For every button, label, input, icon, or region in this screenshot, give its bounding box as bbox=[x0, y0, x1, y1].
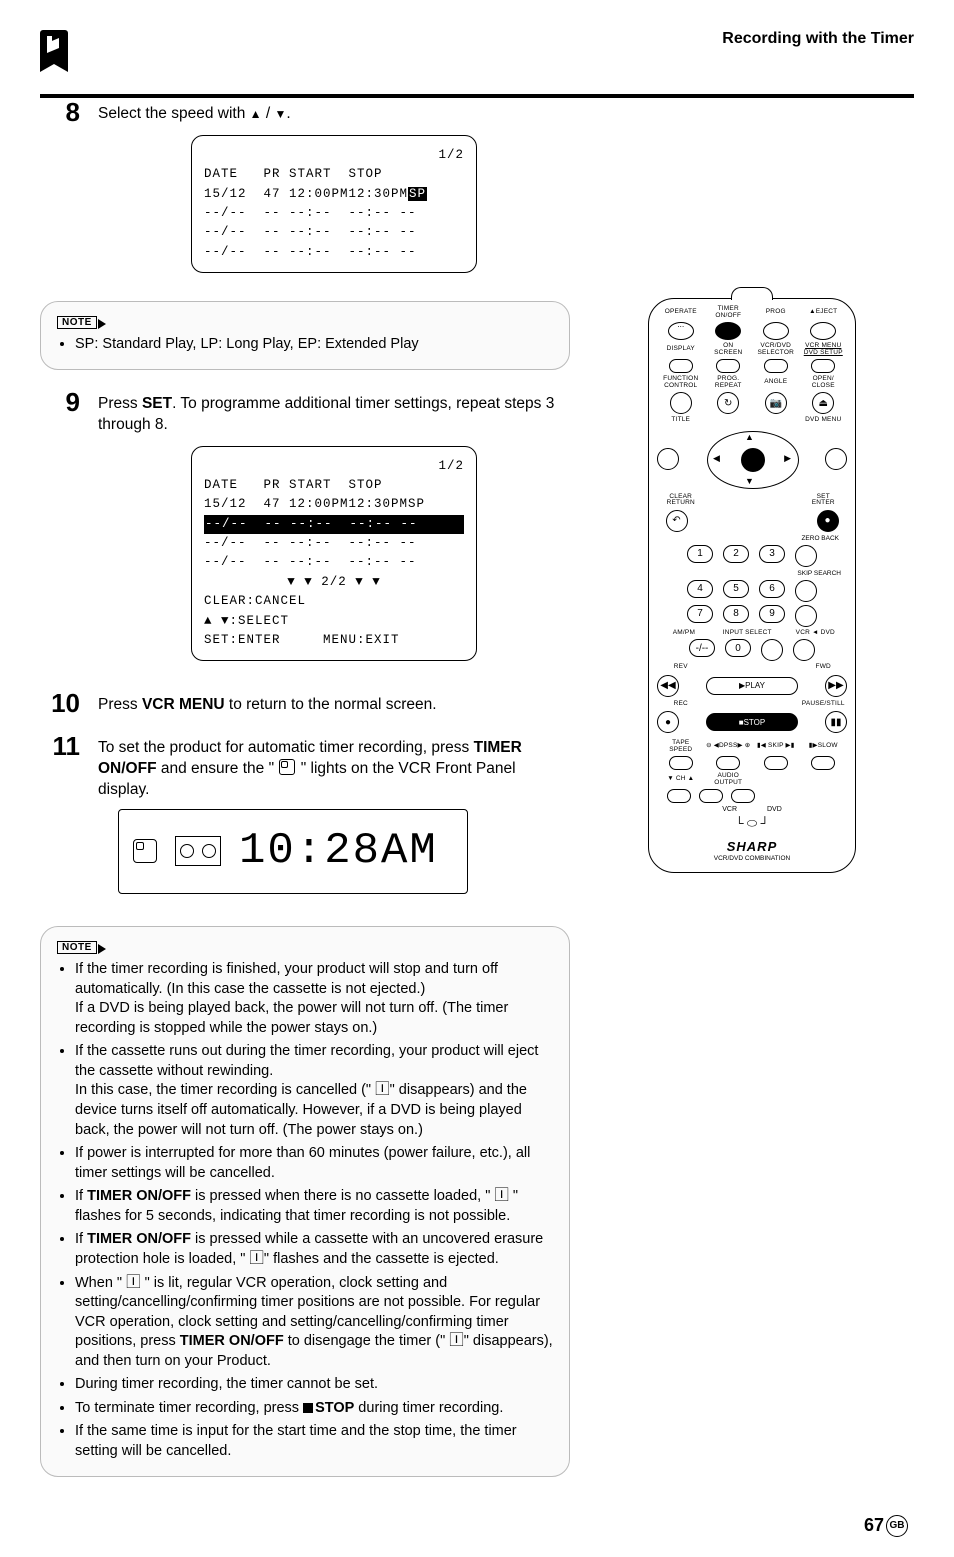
clear-button: ↶ bbox=[666, 510, 688, 532]
step-9-text: Press SET. To programme additional timer… bbox=[98, 388, 570, 676]
note-item: During timer recording, the timer cannot… bbox=[75, 1375, 553, 1395]
down-triangle-icon bbox=[274, 105, 286, 122]
play-button: ▶PLAY bbox=[706, 677, 798, 695]
menu-setup-button bbox=[811, 359, 835, 373]
num-2: 2 bbox=[723, 545, 749, 563]
angle-button: 📷 bbox=[765, 392, 787, 414]
step-11-number: 11 bbox=[40, 732, 80, 912]
step-8-number: 8 bbox=[40, 98, 80, 287]
operate-button: ⋯ bbox=[668, 322, 694, 340]
note-block-1: NOTE SP: Standard Play, LP: Long Play, E… bbox=[40, 301, 570, 370]
selector-button bbox=[764, 359, 788, 373]
section-title: Recording with the Timer bbox=[68, 30, 914, 48]
lcd-display: 10:28AM bbox=[118, 809, 468, 894]
timer-onoff-button bbox=[715, 322, 741, 340]
pause-button: ▮▮ bbox=[825, 711, 847, 733]
note-item: If the cassette runs out during the time… bbox=[75, 1042, 553, 1140]
open-close-button: ⏏ bbox=[812, 392, 834, 414]
brand-subtitle: VCR/DVD COMBINATION bbox=[657, 855, 847, 862]
tape-speed-button bbox=[669, 756, 693, 770]
page-gb-badge: GB bbox=[886, 1515, 908, 1537]
note-item: If TIMER ON/OFF is pressed when there is… bbox=[75, 1187, 553, 1226]
num-8: 8 bbox=[723, 605, 749, 623]
osd-screen-1: 1/2DATE PR START STOP15/12 47 12:00PM12:… bbox=[191, 135, 477, 273]
lcd-timer-icon bbox=[133, 839, 157, 863]
num-5: 5 bbox=[723, 580, 749, 598]
remote-control-diagram: OPERATETIMER ON/OFFPROG▲EJECT ⋯ DISPLAYO… bbox=[648, 298, 856, 873]
note-item: When " 🄸 " is lit, regular VCR operation… bbox=[75, 1274, 553, 1372]
note-item: If the same time is input for the start … bbox=[75, 1422, 553, 1461]
slash-button: -/-- bbox=[689, 639, 715, 657]
slow-button bbox=[811, 756, 835, 770]
zero-back-button bbox=[795, 545, 817, 567]
rec-button: ● bbox=[657, 711, 679, 733]
vcr-dvd-button bbox=[793, 639, 815, 661]
up-triangle-icon bbox=[250, 105, 262, 122]
onscreen-button bbox=[716, 359, 740, 373]
step-9-number: 9 bbox=[40, 388, 80, 676]
page-number: 67 bbox=[864, 1515, 884, 1535]
skip-search-button bbox=[795, 580, 817, 602]
note-tag: NOTE bbox=[57, 941, 97, 954]
num-4: 4 bbox=[687, 580, 713, 598]
step-8-text: Select the speed with / . 1/2DATE PR STA… bbox=[98, 98, 570, 287]
note-block-2: NOTE If the timer recording is finished,… bbox=[40, 926, 570, 1477]
note-item: To terminate timer recording, press STOP… bbox=[75, 1399, 553, 1419]
note-item: SP: Standard Play, LP: Long Play, EP: Ex… bbox=[75, 335, 553, 355]
stop-button: ■STOP bbox=[706, 713, 798, 731]
num-6: 6 bbox=[759, 580, 785, 598]
section-bookmark-icon bbox=[40, 30, 68, 64]
brand-logo: SHARP bbox=[657, 839, 847, 854]
display-button bbox=[669, 359, 693, 373]
num-7: 7 bbox=[687, 605, 713, 623]
num-9: 9 bbox=[759, 605, 785, 623]
timer-icon bbox=[279, 759, 295, 775]
ch-down-button bbox=[667, 789, 691, 803]
repeat-button: ↻ bbox=[717, 392, 739, 414]
skip-search-2-button bbox=[795, 605, 817, 627]
skip-button bbox=[764, 756, 788, 770]
note-item: If the timer recording is finished, your… bbox=[75, 960, 553, 1038]
title-button bbox=[657, 448, 679, 470]
set-enter-button: ● bbox=[817, 510, 839, 532]
note-item: If power is interrupted for more than 60… bbox=[75, 1144, 553, 1183]
dvd-menu-button bbox=[825, 448, 847, 470]
rev-button: ◀◀ bbox=[657, 675, 679, 697]
note-tag: NOTE bbox=[57, 316, 97, 329]
step-11-text: To set the product for automatic timer r… bbox=[98, 732, 570, 912]
page-footer: 67GB bbox=[40, 1495, 914, 1537]
function-button bbox=[670, 392, 692, 414]
num-1: 1 bbox=[687, 545, 713, 563]
osd-screen-2: 1/2DATE PR START STOP15/12 47 12:00PM12:… bbox=[191, 446, 477, 662]
audio-output-button bbox=[731, 789, 755, 803]
input-select-button bbox=[761, 639, 783, 661]
dpss-button bbox=[716, 756, 740, 770]
ch-up-button bbox=[699, 789, 723, 803]
num-3: 3 bbox=[759, 545, 785, 563]
note-item: If TIMER ON/OFF is pressed while a casse… bbox=[75, 1230, 553, 1269]
step-10-text: Press VCR MENU to return to the normal s… bbox=[98, 689, 570, 718]
step-10-number: 10 bbox=[40, 689, 80, 718]
prog-button bbox=[763, 322, 789, 340]
fwd-button: ▶▶ bbox=[825, 675, 847, 697]
lcd-cassette-icon bbox=[175, 836, 221, 866]
dpad: ▲▼◀▶ bbox=[707, 431, 797, 487]
lcd-time: 10:28AM bbox=[239, 822, 438, 881]
num-0: 0 bbox=[725, 639, 751, 657]
eject-button bbox=[810, 322, 836, 340]
